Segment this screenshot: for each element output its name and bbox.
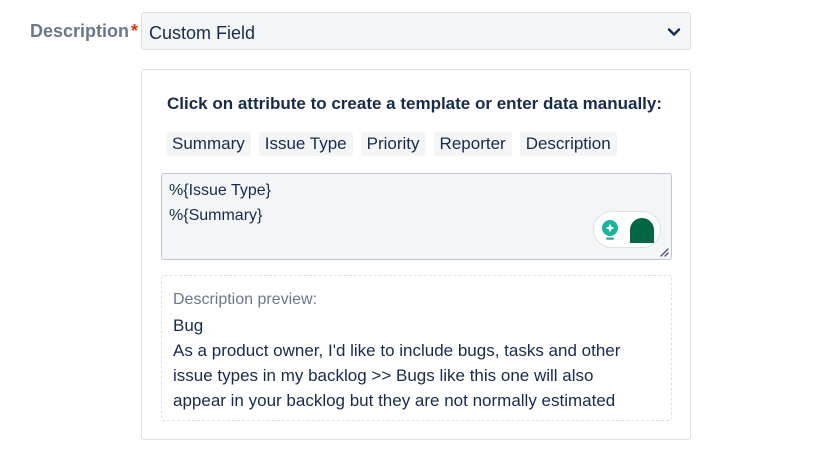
template-line: %{Summary} [169,207,263,224]
preview-line: Bug [173,316,204,335]
attribute-priority[interactable]: Priority [360,132,426,156]
description-source-select[interactable]: Custom Field [141,12,691,50]
description-label-text: Description [30,21,130,41]
template-line: %{Issue Type} [169,182,271,199]
resize-handle-icon[interactable] [659,247,669,257]
template-textarea[interactable]: %{Issue Type} %{Summary} [161,173,672,260]
template-panel: Click on attribute to create a template … [141,69,691,440]
attribute-description[interactable]: Description [519,132,617,156]
description-preview: Description preview: Bug As a product ow… [161,275,672,421]
preview-line: As a product owner, I'd like to include … [173,341,621,360]
template-instruction: Click on attribute to create a template … [167,94,663,113]
preview-line: issue types in my backlog >> Bugs like t… [173,366,594,385]
select-value: Custom Field [149,23,256,43]
attribute-reporter[interactable]: Reporter [433,132,512,156]
preview-label: Description preview: [173,291,318,308]
required-marker: * [131,21,139,41]
attribute-issue-type[interactable]: Issue Type [258,132,353,156]
bulb-icon [602,220,618,240]
writing-assistant-badge[interactable] [593,211,661,248]
attribute-list: Summary Issue Type Priority Reporter Des… [166,132,617,156]
description-label: Description * [30,21,138,42]
attribute-summary[interactable]: Summary [166,132,251,156]
assistant-icon [630,218,654,243]
description-field-row: Description * Custom Field [0,12,820,50]
chevron-down-icon [667,28,681,36]
preview-line: appear in your backlog but they are not … [173,391,616,410]
